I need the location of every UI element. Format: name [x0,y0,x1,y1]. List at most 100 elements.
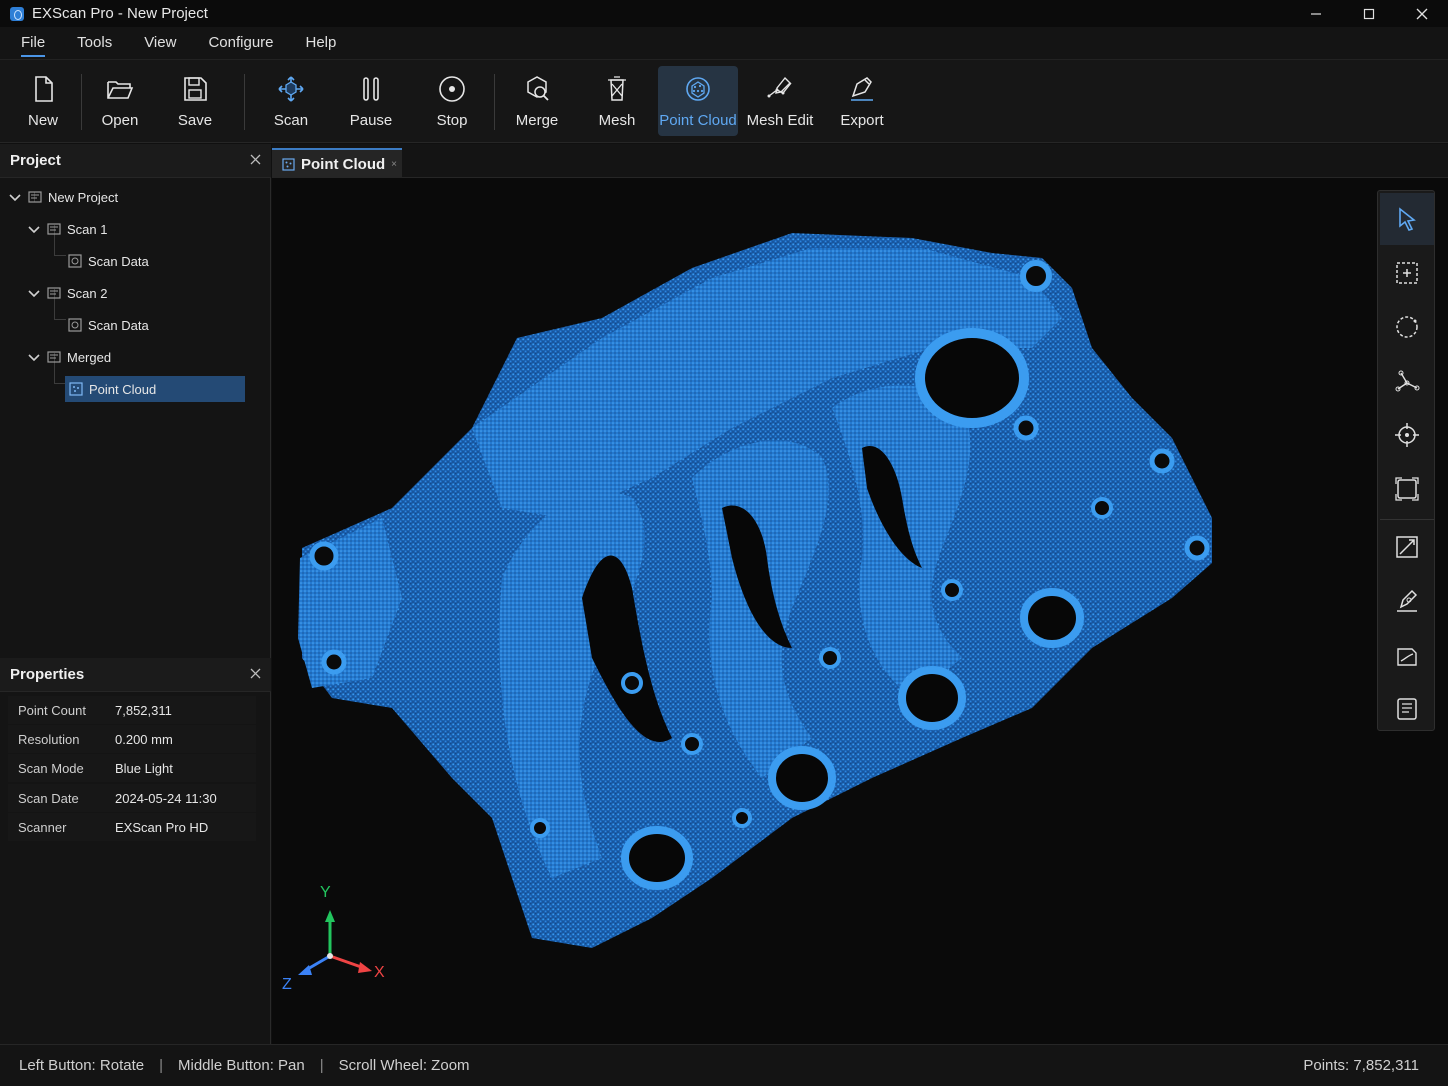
tree-item-new-project[interactable]: New Project [8,184,118,210]
mesh-button[interactable]: Mesh [592,66,642,136]
view-tool-strip [1377,190,1435,731]
tree-item-point-cloud[interactable]: Point Cloud [65,376,245,402]
report-document-icon [1397,698,1417,720]
tree-item-label: Scan 1 [67,221,108,237]
property-value: Blue Light [115,760,173,776]
point-cloud-button[interactable]: Point Cloud [658,66,738,136]
menu-file[interactable]: File [9,27,57,59]
property-value: 2024-05-24 11:30 [115,790,217,806]
minimize-button[interactable] [1289,0,1342,27]
tree-item-scan-1-data[interactable]: Scan Data [68,248,149,274]
menu-tools[interactable]: Tools [65,27,124,59]
merge-icon [527,76,549,101]
tab-close-button[interactable]: × [391,159,397,170]
toolbar-separator [244,74,245,130]
properties-panel-title: Properties [10,666,85,683]
close-icon [1416,8,1427,19]
box-select-icon [1396,262,1418,284]
menu-help[interactable]: Help [294,27,349,59]
status-bar: Left Button: Rotate | Middle Button: Pan… [0,1044,1448,1086]
point-cloud-tab-icon [282,157,295,171]
lasso-select-button[interactable] [1380,301,1434,353]
box-select-button[interactable] [1380,247,1434,299]
tree-item-scan-2[interactable]: Scan 2 [27,280,107,306]
merge-button[interactable]: Merge [510,66,564,136]
tree-connector [54,319,66,320]
close-icon [250,154,261,164]
report-button[interactable] [1380,683,1434,735]
merge-label: Merge [515,112,559,129]
property-key: Point Count [18,702,86,718]
hint-zoom: Scroll Wheel: Zoom [338,1057,470,1074]
scan-button[interactable]: Scan [265,66,317,136]
property-value: 0.200 mm [115,731,173,747]
3d-viewport[interactable]: Y X Z [272,178,1448,1044]
app-logo-icon [10,6,24,21]
cursor-arrow-icon [1399,207,1416,231]
new-button[interactable]: New [18,66,68,136]
tree-item-scan-2-data[interactable]: Scan Data [68,312,149,338]
chevron-down-icon[interactable] [27,350,41,364]
properties-panel-close-button[interactable] [250,666,261,684]
tree-item-scan-1[interactable]: Scan 1 [27,216,107,242]
main-toolbar: New Open Save Scan Pause Stop Merge Mesh… [0,59,1448,143]
tree-item-label: Scan Data [88,317,149,333]
section-button[interactable] [1380,629,1434,681]
stop-button[interactable]: Stop [427,66,477,136]
chevron-down-icon[interactable] [27,222,41,236]
mesh-edit-button[interactable]: Mesh Edit [746,66,814,136]
tree-item-merged[interactable]: Merged [27,344,111,370]
maximize-button[interactable] [1342,0,1395,27]
chevron-down-icon[interactable] [27,286,41,300]
scan-label: Scan [273,112,309,129]
point-cloud-icon [686,77,710,101]
project-panel-title: Project [10,152,61,169]
axis-triad [298,910,372,975]
point-cloud-label: Point Cloud [659,112,737,129]
new-file-icon [35,76,53,102]
tree-item-label: Scan Data [88,253,149,269]
window-controls [1289,0,1448,27]
close-window-button[interactable] [1395,0,1448,27]
fit-view-button[interactable] [1380,463,1434,515]
tab-point-cloud[interactable]: Point Cloud × [272,148,402,178]
tree-item-label: Point Cloud [89,381,157,397]
circle-select-icon [1396,316,1418,338]
property-row: Point Count 7,852,311 [8,696,256,724]
project-panel-header: Project [0,144,271,178]
property-key: Resolution [18,731,80,747]
open-button[interactable]: Open [94,66,146,136]
mesh-edit-label: Mesh Edit [746,112,814,129]
menu-bar: File Tools View Configure Help [0,27,1448,59]
project-node-icon [28,191,42,203]
tree-item-label: Merged [67,349,112,365]
point-cloud-model[interactable] [272,178,1448,1044]
mesh-label: Mesh [598,112,636,129]
menu-configure[interactable]: Configure [196,27,285,59]
select-tool-button[interactable] [1380,193,1434,245]
property-row: Scan Date 2024-05-24 11:30 [8,784,256,812]
document-tab-bar: Point Cloud × [272,144,1448,178]
tree-item-label: New Project [48,189,119,205]
measure-button[interactable] [1380,521,1434,573]
project-panel-close-button[interactable] [250,152,261,170]
hint-pan: Middle Button: Pan [178,1057,305,1074]
measure-icon [1396,536,1418,558]
tab-label: Point Cloud [301,155,386,173]
annotate-button[interactable] [1380,575,1434,627]
fit-screen-icon [1395,477,1419,501]
node-connect-icon [1395,370,1420,392]
save-button[interactable]: Save [170,66,220,136]
pause-icon [363,77,379,101]
menu-view[interactable]: View [132,27,188,59]
close-icon [250,668,261,678]
chevron-down-icon[interactable] [8,190,22,204]
point-pick-button[interactable] [1380,355,1434,407]
pause-button[interactable]: Pause [344,66,398,136]
scan-node-icon [47,287,61,299]
mouse-hints: Left Button: Rotate | Middle Button: Pan… [0,1057,470,1074]
property-value: EXScan Pro HD [115,819,209,835]
export-button[interactable]: Export [836,66,888,136]
property-row: Scanner EXScan Pro HD [8,813,256,841]
center-view-button[interactable] [1380,409,1434,461]
